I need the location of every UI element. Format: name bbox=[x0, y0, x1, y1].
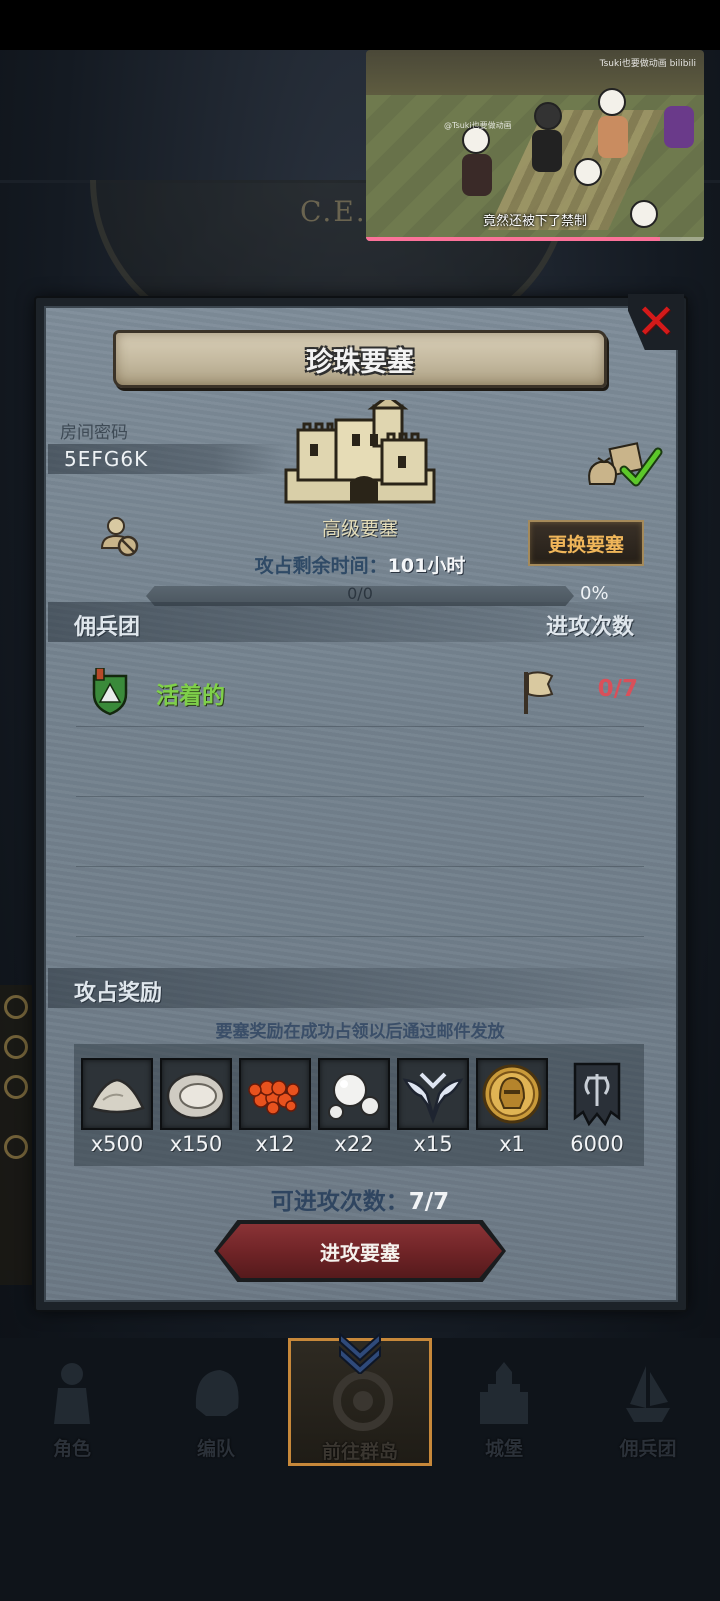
reward-count: x22 bbox=[334, 1132, 374, 1156]
ship-icon bbox=[626, 1366, 670, 1422]
attacks-available-value: 7/7 bbox=[408, 1189, 450, 1215]
mercenary-emblem-icon bbox=[92, 668, 128, 716]
room-code-label: 房间密码 bbox=[60, 423, 128, 443]
video-progress-fill bbox=[366, 237, 661, 241]
title-banner: 珍珠要塞 bbox=[113, 330, 607, 388]
side-tab-icon bbox=[4, 995, 28, 1019]
reward-count: x1 bbox=[499, 1132, 525, 1156]
rewards-note: 要塞奖励在成功占领以后通过邮件发放 bbox=[215, 1022, 505, 1042]
reward-item-salt[interactable] bbox=[81, 1058, 153, 1130]
reward-item-winged-emblem[interactable] bbox=[397, 1058, 469, 1130]
video-subtitle: 竟然还被下了禁制 bbox=[482, 214, 587, 229]
nav-label: 角色 bbox=[52, 1438, 91, 1460]
time-left-value: 101小时 bbox=[387, 555, 466, 577]
reward-item-caviar[interactable] bbox=[239, 1058, 311, 1130]
time-left-label: 攻占剩余时间： bbox=[254, 555, 388, 577]
close-icon: ✕ bbox=[635, 294, 677, 350]
pip-video-overlay[interactable]: Tsuki也要做动画 bilibili @Tsuki也要做动画 竟然还被下了禁制 bbox=[366, 50, 704, 241]
video-character-head bbox=[598, 88, 626, 116]
reward-item-helmet-medal[interactable] bbox=[476, 1058, 548, 1130]
salt-pile-icon bbox=[89, 1078, 145, 1114]
nav-label: 佣兵团 bbox=[619, 1438, 677, 1460]
caviar-icon bbox=[248, 1080, 300, 1115]
attack-fortress-button[interactable]: 进攻要塞 bbox=[218, 1224, 502, 1278]
reward-count: x150 bbox=[169, 1132, 223, 1156]
chevron-down-icon bbox=[339, 1331, 381, 1374]
reward-item-oyster[interactable] bbox=[160, 1058, 232, 1130]
attack-count-header: 进攻次数 bbox=[545, 615, 634, 640]
knight-icon bbox=[54, 1363, 90, 1424]
occupation-progress-percent: 0% bbox=[580, 583, 609, 604]
attacks-available: 可进攻次数：7/7 bbox=[0, 1182, 720, 1216]
mercenary-header: 佣兵团 bbox=[74, 615, 141, 640]
helmet-icon bbox=[195, 1370, 239, 1416]
row-divider bbox=[76, 726, 644, 727]
guild-banner-icon[interactable] bbox=[571, 1062, 623, 1130]
attacks-available-label: 可进攻次数： bbox=[270, 1189, 409, 1215]
video-character-body bbox=[664, 106, 694, 148]
row-divider bbox=[76, 936, 644, 937]
video-watermark: Tsuki也要做动画 bilibili bbox=[599, 59, 696, 69]
nav-label: 前往群岛 bbox=[321, 1441, 398, 1463]
reward-item-pearls[interactable] bbox=[318, 1058, 390, 1130]
reward-count: x15 bbox=[413, 1132, 453, 1156]
reward-count: x500 bbox=[90, 1132, 144, 1156]
dialog-title: 珍珠要塞 bbox=[306, 346, 414, 378]
nav-label: 城堡 bbox=[484, 1438, 523, 1460]
mercenary-attack-count: 0/7 bbox=[597, 676, 638, 702]
row-divider bbox=[76, 866, 644, 867]
side-tab-icon bbox=[4, 1135, 28, 1159]
nav-item-mercenary[interactable]: 佣兵团 bbox=[576, 1338, 720, 1466]
status-bar bbox=[0, 0, 720, 50]
video-character-body bbox=[598, 116, 628, 158]
bottom-area bbox=[0, 1468, 720, 1601]
occupation-progress-text: 0/0 bbox=[347, 584, 373, 603]
oyster-icon bbox=[166, 1072, 226, 1120]
golden-helmet-medal-icon bbox=[482, 1064, 542, 1124]
rewards-header: 攻占奖励 bbox=[74, 981, 163, 1006]
nav-item-castle[interactable]: 城堡 bbox=[432, 1338, 576, 1466]
row-divider bbox=[76, 796, 644, 797]
reward-count: x12 bbox=[255, 1132, 295, 1156]
nav-item-formation[interactable]: 编队 bbox=[144, 1338, 288, 1466]
room-code[interactable]: 5EFG6K bbox=[64, 447, 148, 471]
side-tab-icon bbox=[4, 1075, 28, 1099]
time-left: 攻占剩余时间：101小时 bbox=[0, 551, 720, 578]
flag-icon bbox=[524, 671, 554, 714]
castle-icon bbox=[480, 1362, 528, 1424]
video-uploader-tag: @Tsuki也要做动画 bbox=[444, 121, 512, 130]
video-character-body bbox=[532, 130, 562, 172]
bag-check-icon[interactable] bbox=[584, 440, 664, 490]
video-character-body bbox=[462, 154, 492, 196]
mercenary-row[interactable]: 活着的 0/7 bbox=[48, 660, 676, 724]
video-character-head bbox=[574, 158, 602, 186]
video-character-head bbox=[534, 102, 562, 130]
video-progress-bar[interactable] bbox=[366, 237, 704, 241]
nav-label: 编队 bbox=[196, 1438, 235, 1460]
pearls-icon bbox=[328, 1073, 380, 1120]
nav-item-character[interactable]: 角色 bbox=[0, 1338, 144, 1466]
reward-count: 6000 bbox=[570, 1132, 624, 1156]
mercenary-name: 活着的 bbox=[156, 683, 225, 709]
castle-icon bbox=[284, 400, 436, 504]
winged-emblem-icon bbox=[402, 1072, 464, 1124]
